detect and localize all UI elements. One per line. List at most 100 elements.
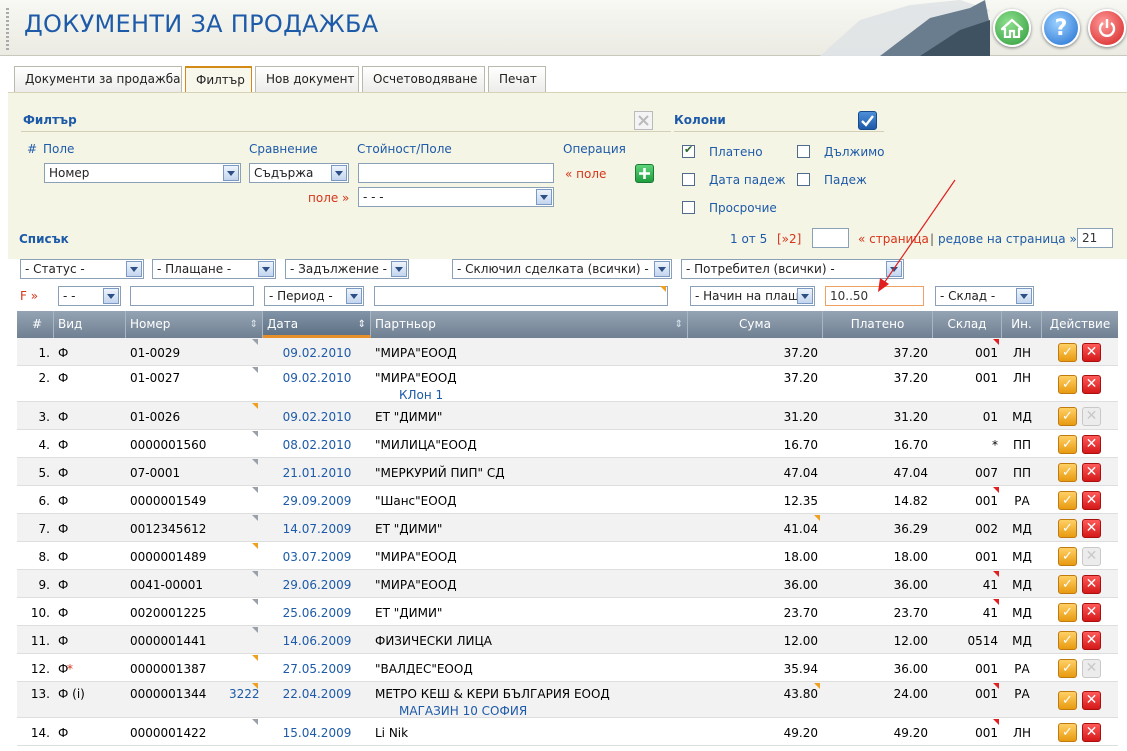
row-date[interactable]: 15.04.2009: [263, 726, 371, 740]
tab-filter[interactable]: Филтър: [185, 66, 252, 94]
edit-button[interactable]: ✓: [1058, 462, 1077, 482]
help-button[interactable]: ?: [1042, 9, 1080, 47]
edit-button[interactable]: ✓: [1058, 342, 1077, 362]
edit-button[interactable]: ✓: [1058, 406, 1077, 426]
col-header-partner[interactable]: Партньор ⇕: [371, 311, 688, 338]
row-date[interactable]: 08.02.2010: [263, 438, 371, 452]
row-partner-branch[interactable]: МАГАЗИН 10 СОФИЯ: [399, 704, 527, 718]
edit-button[interactable]: ✓: [1058, 490, 1077, 510]
dealer-select[interactable]: - Сключил сделката (всички) -: [452, 259, 672, 279]
edit-button[interactable]: ✓: [1058, 518, 1077, 538]
edit-button[interactable]: ✓: [1058, 374, 1077, 394]
row-date[interactable]: 14.06.2009: [263, 634, 371, 648]
op-field-link[interactable]: « поле: [565, 167, 606, 181]
delete-button[interactable]: ✕: [1082, 690, 1101, 710]
tab-print[interactable]: Печат: [488, 66, 546, 92]
pay-method-select[interactable]: - Начин на плащ: [690, 286, 815, 306]
table-row[interactable]: 2. Ф 01-0027 09.02.2010 "МИРА"ЕООД КЛон 1 37.2…: [17, 366, 1118, 402]
tab-accounting[interactable]: Осчетоводяване: [362, 66, 485, 92]
status-select[interactable]: - Статус -: [20, 259, 144, 279]
edit-button[interactable]: ✓: [1058, 630, 1077, 650]
row-date[interactable]: 29.09.2009: [263, 494, 371, 508]
col-due-checkbox[interactable]: [797, 145, 810, 158]
col-header-sum[interactable]: Сума: [688, 311, 823, 338]
tab-new-document[interactable]: Нов документ: [255, 66, 359, 92]
table-row[interactable]: 7. Ф 0012345612 14.07.2009 ЕТ "ДИМИ" 41.04 36.…: [17, 514, 1118, 542]
row-date[interactable]: 21.01.2010: [263, 466, 371, 480]
debt-select[interactable]: - Задължение -: [285, 259, 409, 279]
value-input[interactable]: [358, 163, 554, 183]
edit-button[interactable]: ✓: [1058, 658, 1077, 678]
col-header-store[interactable]: Склад: [933, 311, 1002, 338]
col-header-in[interactable]: Ин.: [1002, 311, 1042, 338]
table-row[interactable]: 12. Ф * 0000001387 27.05.2009 "ВАЛДЕС"ЕООД 35.…: [17, 654, 1118, 682]
row-date[interactable]: 03.07.2009: [263, 550, 371, 564]
rows-per-page-input[interactable]: 21: [1077, 228, 1113, 248]
col-header-paid[interactable]: Платено: [823, 311, 933, 338]
delete-button[interactable]: ✕: [1082, 434, 1101, 454]
edit-button[interactable]: ✓: [1058, 574, 1077, 594]
field-link[interactable]: поле »: [308, 191, 349, 205]
table-row[interactable]: 11. Ф 0000001441 14.06.2009 ФИЗИЧЕСКИ ЛИЦА 12…: [17, 626, 1118, 654]
table-row[interactable]: 4. Ф 0000001560 08.02.2010 "МИЛИЦА"ЕООД 16.70…: [17, 430, 1118, 458]
row-date[interactable]: 09.02.2010: [263, 410, 371, 424]
col-paid-checkbox[interactable]: [682, 143, 695, 158]
edit-button[interactable]: ✓: [1058, 690, 1077, 710]
partner-filter-input[interactable]: [374, 286, 668, 306]
delete-button[interactable]: ✕: [1082, 518, 1101, 538]
table-row[interactable]: 5. Ф 07-0001 21.01.2010 "МЕРКУРИЙ ПИП" СД 47.…: [17, 458, 1118, 486]
table-row[interactable]: 3. Ф 01-0026 09.02.2010 ЕТ "ДИМИ" 31.20 31.20 0…: [17, 402, 1118, 430]
period-select[interactable]: - Период -: [264, 286, 364, 306]
field-select[interactable]: Номер: [44, 163, 241, 183]
home-button[interactable]: [993, 9, 1031, 47]
delete-button[interactable]: ✕: [1082, 490, 1101, 510]
compare-select[interactable]: Съдържа: [249, 163, 349, 183]
col-maturity-checkbox[interactable]: [797, 173, 810, 186]
tab-sales-documents[interactable]: Документи за продажба: [14, 66, 182, 92]
number-filter-input[interactable]: [130, 286, 254, 306]
sort-icon: ⇕: [674, 319, 683, 330]
edit-button[interactable]: ✓: [1058, 722, 1077, 742]
apply-columns-button[interactable]: [858, 111, 877, 130]
table-row[interactable]: 10. Ф 0020001225 25.06.2009 ЕТ "ДИМИ" 23.70 23…: [17, 598, 1118, 626]
delete-button[interactable]: ✕: [1082, 630, 1101, 650]
row-partner-branch[interactable]: КЛон 1: [399, 388, 443, 402]
row-date[interactable]: 14.07.2009: [263, 522, 371, 536]
kind-select[interactable]: - -: [58, 286, 121, 306]
col-header-number[interactable]: Номер ⇕: [126, 311, 263, 338]
col-header-date[interactable]: Дата ⇕: [263, 311, 371, 338]
edit-button[interactable]: ✓: [1058, 434, 1077, 454]
logout-button[interactable]: [1088, 9, 1126, 47]
clear-filter-button[interactable]: [634, 111, 653, 130]
table-row[interactable]: 1. Ф 01-0029 09.02.2010 "МИРА"ЕООД 37.20 37.20…: [17, 338, 1118, 366]
table-row[interactable]: 6. Ф 0000001549 29.09.2009 "Шанс"ЕООД 12.35 14…: [17, 486, 1118, 514]
add-condition-button[interactable]: [635, 164, 654, 183]
columns-divider: [674, 131, 884, 132]
field-compare-select[interactable]: - - -: [358, 187, 554, 207]
delete-button[interactable]: ✕: [1082, 462, 1101, 482]
edit-button[interactable]: ✓: [1058, 546, 1077, 566]
table-row[interactable]: 9. Ф 0041-00001 29.06.2009 "МИРА"ЕООД 36.00 36…: [17, 570, 1118, 598]
page-input[interactable]: [812, 228, 849, 248]
payment-select[interactable]: - Плащане -: [152, 259, 276, 279]
col-overdue-checkbox[interactable]: [682, 201, 695, 214]
col-header-kind[interactable]: Вид: [54, 311, 126, 338]
row-date[interactable]: 25.06.2009: [263, 606, 371, 620]
row-number-extra[interactable]: 3222: [229, 687, 260, 701]
row-date[interactable]: 09.02.2010: [263, 371, 371, 385]
next-page-link[interactable]: [»2]: [777, 232, 801, 246]
table-row[interactable]: 14. Ф 0000001422 15.04.2009 Li Nik 49.20 49.20…: [17, 718, 1118, 746]
delete-button[interactable]: ✕: [1082, 374, 1101, 394]
delete-button[interactable]: ✕: [1082, 722, 1101, 742]
table-row[interactable]: 8. Ф 0000001489 03.07.2009 "МИРА"ЕООД 18.00 18…: [17, 542, 1118, 570]
delete-button[interactable]: ✕: [1082, 574, 1101, 594]
row-date[interactable]: 22.04.2009: [263, 687, 371, 701]
row-date[interactable]: 27.05.2009: [263, 662, 371, 676]
table-row[interactable]: 13. Ф (i) 0000001344 3222 22.04.2009 МЕТРО КЕ…: [17, 682, 1118, 718]
row-date[interactable]: 29.06.2009: [263, 578, 371, 592]
edit-button[interactable]: ✓: [1058, 602, 1077, 622]
delete-button[interactable]: ✕: [1082, 342, 1101, 362]
row-date[interactable]: 09.02.2010: [263, 346, 371, 360]
col-due-date-checkbox[interactable]: [682, 173, 695, 186]
delete-button[interactable]: ✕: [1082, 602, 1101, 622]
